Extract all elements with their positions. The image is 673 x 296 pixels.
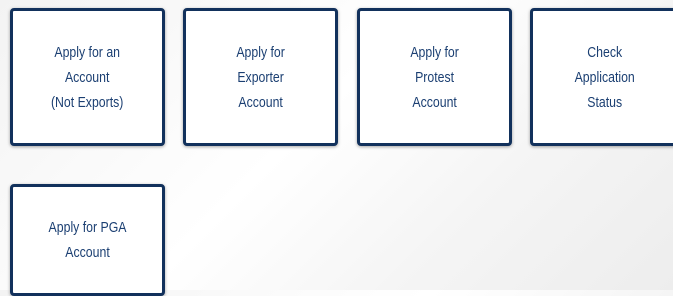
apply-pga-account-label: Apply for PGA Account [48,219,127,261]
check-application-status-label: Check Application Status [574,43,636,111]
apply-exporter-account-button[interactable]: Apply for Exporter Account [183,8,338,146]
apply-account-not-exports-label: Apply for an Account (Not Exports) [51,43,124,111]
apply-pga-account-button[interactable]: Apply for PGA Account [10,184,165,296]
apply-protest-account-label: Apply for Protest Account [410,43,459,111]
apply-account-not-exports-button[interactable]: Apply for an Account (Not Exports) [10,8,165,146]
check-application-status-button[interactable]: Check Application Status [530,8,673,146]
apply-protest-account-button[interactable]: Apply for Protest Account [357,8,512,146]
apply-exporter-account-label: Apply for Exporter Account [236,43,285,111]
